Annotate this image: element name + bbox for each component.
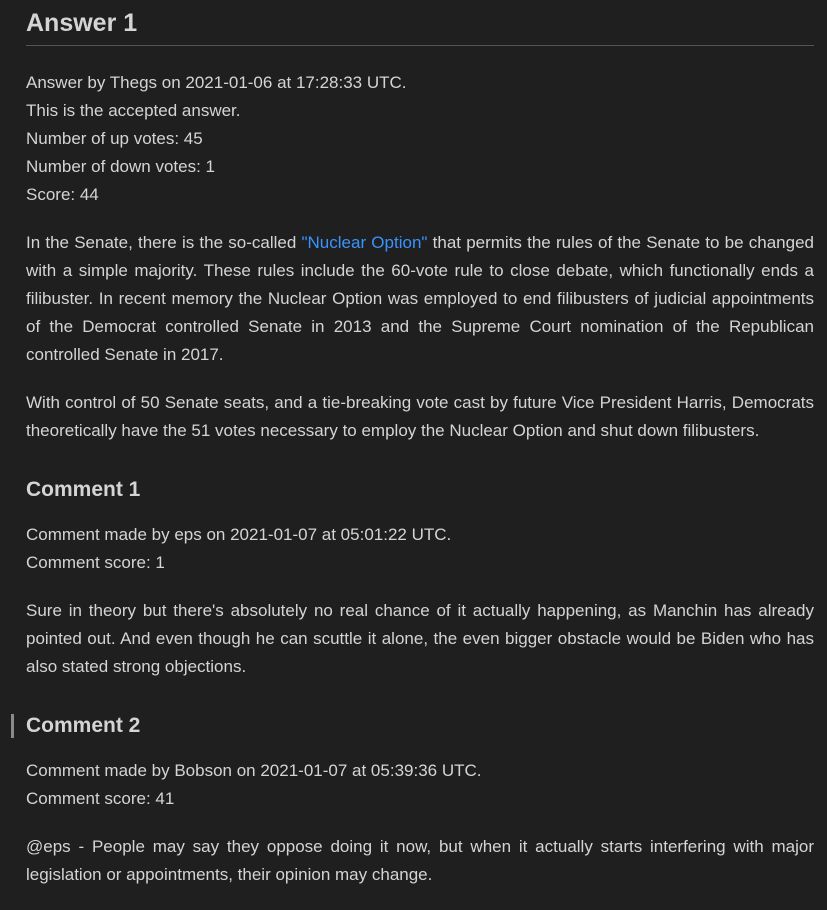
answer-paragraph-1-end: that permits the rules of the Senate to …: [26, 233, 814, 364]
up-votes-line: Number of up votes: 45: [26, 129, 203, 148]
current-section-marker: [11, 714, 14, 738]
answer-page: Answer 1 Answer by Thegs on 2021-01-06 a…: [11, 0, 814, 889]
score-line: Score: 44: [26, 185, 99, 204]
answer-heading: Answer 1: [26, 8, 814, 46]
answer-paragraph-1-start: In the Senate, there is the so-called: [26, 233, 302, 252]
comment-1-score-line: Comment score: 1: [26, 553, 165, 572]
comment-1-heading: Comment 1: [26, 478, 141, 501]
comment-2-author-line: Comment made by Bobson on 2021-01-07 at …: [26, 761, 482, 780]
comment-2-body: @eps - People may say they oppose doing …: [26, 837, 814, 884]
comment-1-meta: Comment made by eps on 2021-01-07 at 05:…: [26, 521, 814, 577]
comment-2-heading-wrap: Comment 2: [11, 711, 814, 741]
comment-2-heading: Comment 2: [26, 714, 141, 737]
comment-2-meta: Comment made by Bobson on 2021-01-07 at …: [26, 757, 814, 813]
nuclear-option-link[interactable]: "Nuclear Option": [302, 233, 428, 252]
down-votes-line: Number of down votes: 1: [26, 157, 215, 176]
answer-meta: Answer by Thegs on 2021-01-06 at 17:28:3…: [26, 69, 814, 209]
accepted-answer-line: This is the accepted answer.: [26, 101, 241, 120]
answer-paragraph-2: With control of 50 Senate seats, and a t…: [26, 393, 814, 440]
answer-author-line: Answer by Thegs on 2021-01-06 at 17:28:3…: [26, 73, 407, 92]
comment-2-score-line: Comment score: 41: [26, 789, 175, 808]
comment-1-body: Sure in theory but there's absolutely no…: [26, 601, 814, 676]
answer-paragraph-1: In the Senate, there is the so-called "N…: [26, 229, 814, 369]
comment-1-author-line: Comment made by eps on 2021-01-07 at 05:…: [26, 525, 452, 544]
